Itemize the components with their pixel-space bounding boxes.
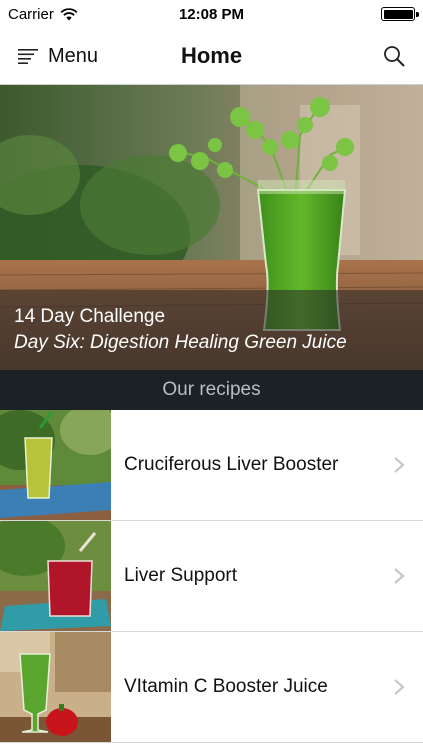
recipe-name: VItamin C Booster Juice	[124, 676, 328, 697]
battery-icon	[381, 7, 419, 21]
section-title: Our recipes	[162, 379, 261, 400]
search-button[interactable]	[381, 43, 407, 69]
hero-subtitle: Day Six: Digestion Healing Green Juice	[14, 332, 347, 353]
menu-button[interactable]: Menu	[18, 45, 98, 68]
green-juice-pepper-photo	[0, 632, 111, 742]
chevron-right-icon	[394, 457, 405, 473]
navigation-bar: Menu Home	[0, 28, 423, 85]
recipe-thumbnail	[0, 632, 111, 742]
featured-challenge-banner[interactable]: 14 Day Challenge Day Six: Digestion Heal…	[0, 85, 423, 370]
search-icon	[384, 46, 405, 67]
recipe-row-vitamin-c-booster-juice[interactable]: VItamin C Booster Juice	[0, 632, 423, 743]
status-left: Carrier	[8, 6, 78, 23]
hero-title: 14 Day Challenge	[14, 306, 166, 327]
status-bar: Carrier 12:08 PM	[0, 0, 423, 28]
recipe-list: Cruciferous Liver Booster Liver Support	[0, 410, 423, 743]
recipe-name: Liver Support	[124, 565, 238, 586]
red-beet-juice-photo	[0, 521, 111, 631]
recipe-row-cruciferous-liver-booster[interactable]: Cruciferous Liver Booster	[0, 410, 423, 521]
recipe-row-liver-support[interactable]: Liver Support	[0, 521, 423, 632]
recipe-thumbnail	[0, 521, 111, 631]
section-header: Our recipes	[0, 370, 423, 410]
recipe-name: Cruciferous Liver Booster	[124, 454, 339, 475]
yellow-green-juice-photo	[0, 410, 111, 520]
wifi-icon	[60, 7, 78, 20]
hamburger-icon	[18, 49, 38, 64]
hero-caption: 14 Day Challenge Day Six: Digestion Heal…	[0, 290, 423, 370]
chevron-right-icon	[394, 679, 405, 695]
chevron-right-icon	[394, 568, 405, 584]
menu-label: Menu	[48, 44, 99, 67]
carrier-label: Carrier	[8, 5, 54, 23]
recipe-thumbnail	[0, 410, 111, 520]
